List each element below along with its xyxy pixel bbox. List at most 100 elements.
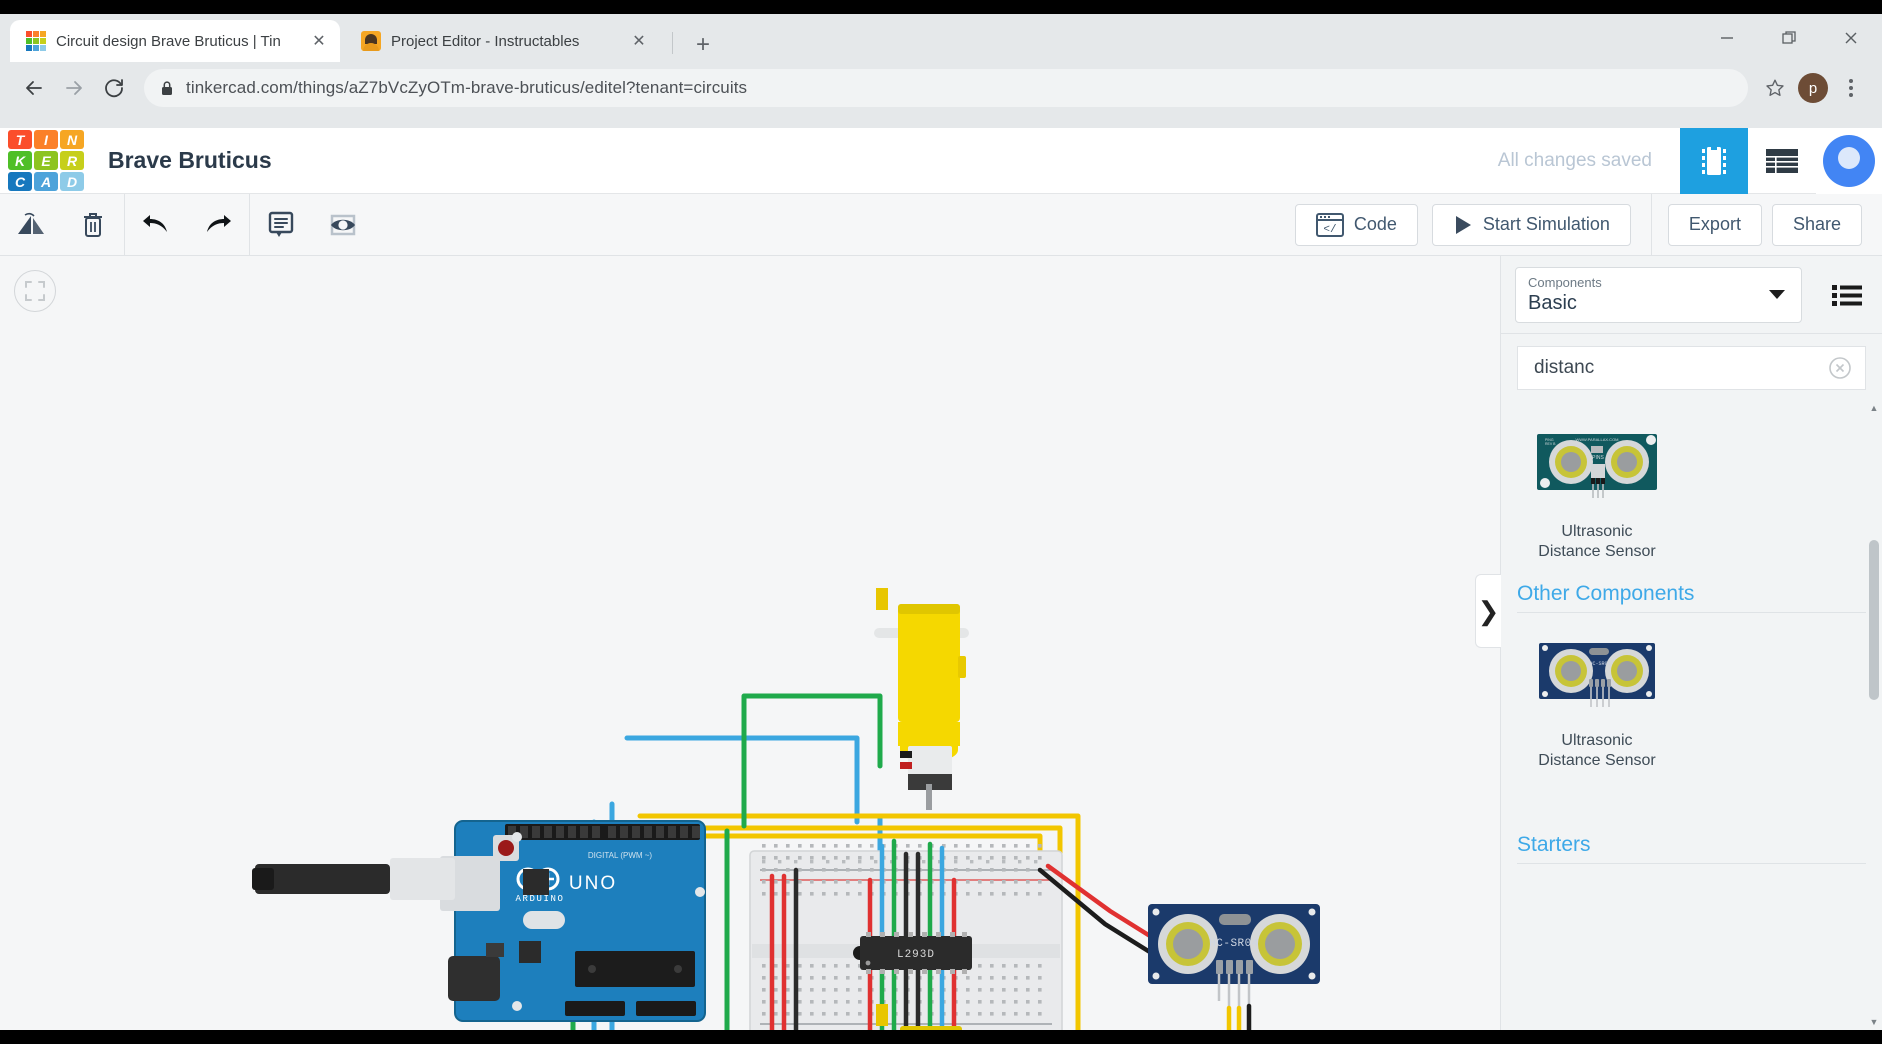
component-label-line1: Ultrasonic [1561,732,1633,749]
avatar[interactable]: p [1798,73,1828,103]
delete-button[interactable] [62,194,124,256]
component-thumbnail: WWW.PARALLAX.COM PING REV B PINS [1517,422,1677,508]
url-bar[interactable]: tinkercad.com/things/aZ7bVcZyOTm-brave-b… [144,69,1748,107]
tab-title: Project Editor - Instructables [391,32,580,50]
history-group [125,194,249,256]
component-label-line1: Ultrasonic [1561,523,1633,540]
component-label: Ultrasonic Distance Sensor [1517,731,1677,771]
toolbar-divider [1650,193,1652,256]
logo-tile: K [8,151,32,170]
close-icon[interactable]: ✕ [628,30,650,52]
component-label-line2: Distance Sensor [1538,752,1656,769]
search-row [1501,334,1882,400]
scroll-down-arrow[interactable]: ▼ [1868,1014,1880,1030]
circuit-drawing: DIGITAL (PWM ~) POWER ANALOG IN UNO ARDU… [252,588,1320,1030]
share-button[interactable]: Share [1771,203,1862,246]
undo-button[interactable] [125,194,187,256]
panel-header: Components Basic [1501,256,1882,334]
svg-text:HC-SR04: HC-SR04 [1589,661,1610,667]
section-starters[interactable]: Starters [1501,823,1882,863]
reload-button[interactable] [94,68,134,108]
app-header: T I N K E R C A D Brave Bruticus All cha… [0,127,1882,194]
ic-label: L293D [897,949,935,961]
chip-icon [1702,146,1726,175]
component-grid: WWW.PARALLAX.COM PING REV B PINS Ultraso… [1501,400,1882,562]
rotate-icon [18,212,44,234]
browser-menu-button[interactable] [1834,69,1868,107]
svg-text:</: </ [1323,224,1336,236]
scroll-up-arrow[interactable]: ▲ [1868,400,1880,416]
logo-tile: C [8,172,32,191]
components-panel: ❯ Components Basic distanc WWW.PARALLAX.… [1475,256,1882,1030]
tab-circuit-design[interactable]: Circuit design Brave Bruticus | Tin ✕ [10,20,340,62]
component-label: Ultrasonic Distance Sensor [1517,522,1677,562]
section-other-components[interactable]: Other Components [1501,572,1882,612]
close-icon[interactable]: ✕ [308,30,330,52]
logo-tile: T [8,130,32,149]
arduino-uno: DIGITAL (PWM ~) POWER ANALOG IN UNO ARDU… [252,820,706,1022]
chevron-down-icon [1769,289,1785,299]
search-box[interactable] [1517,346,1866,390]
close-window-icon[interactable] [1820,14,1882,62]
back-button[interactable] [14,68,54,108]
arduino-digital-label: DIGITAL (PWM ~) [588,851,653,860]
maximize-icon[interactable] [1758,14,1820,62]
code-icon: </ [1315,212,1344,237]
window-controls [1696,14,1882,62]
ultrasonic-sensor-canvas: HC-SR04 [1148,904,1320,1008]
ultrasonic-sensor-icon: WWW.PARALLAX.COM PING REV B PINS [1537,434,1657,498]
undo-icon [143,214,167,232]
annotation-button[interactable] [250,194,312,256]
edit-tools-group [0,194,124,256]
l293d-chip: L293D [853,932,972,974]
svg-text:WWW.PARALLAX.COM: WWW.PARALLAX.COM [1575,437,1618,442]
category-label: Components [1528,274,1602,290]
export-button[interactable]: Export [1667,203,1762,246]
code-button[interactable]: </ Code [1294,203,1418,246]
share-label: Share [1792,214,1841,234]
lock-icon [160,80,174,96]
instructables-icon [361,31,381,51]
user-avatar-button[interactable] [1816,127,1882,194]
logo-tile: E [34,151,58,170]
list-view-toggle[interactable] [1812,256,1882,334]
logo-tile: A [34,172,58,191]
component-card-ultrasonic-parallax[interactable]: WWW.PARALLAX.COM PING REV B PINS Ultraso… [1517,422,1677,562]
circuit-canvas[interactable]: DIGITAL (PWM ~) POWER ANALOG IN UNO ARDU… [0,256,1882,1030]
save-status: All changes saved [1497,149,1652,171]
panel-scrollbar[interactable]: ▲ ▼ [1868,400,1880,1030]
forward-button[interactable] [54,68,94,108]
arduino-uno-label: UNO [569,873,617,894]
component-card-ultrasonic-hcsr04[interactable]: HC-SR04 Ultrasonic Distance Sensor [1517,631,1677,771]
screen: Circuit design Brave Bruticus | Tin ✕ Pr… [0,0,1882,1044]
new-tab-button[interactable]: + [688,30,718,60]
tab-strip: Circuit design Brave Bruticus | Tin ✕ Pr… [0,14,1882,62]
minimize-icon[interactable] [1696,14,1758,62]
export-label: Export [1688,214,1741,234]
view-group [250,194,374,256]
address-bar: tinkercad.com/things/aZ7bVcZyOTm-brave-b… [0,62,1882,114]
browser-window: Circuit design Brave Bruticus | Tin ✕ Pr… [0,14,1882,1030]
clear-circle-icon[interactable] [1827,355,1853,381]
tinkercad-logo[interactable]: T I N K E R C A D [8,130,84,191]
eye-icon [330,214,356,235]
tab-project-editor[interactable]: Project Editor - Instructables ✕ [345,20,660,62]
scrollbar-thumb[interactable] [1869,540,1879,700]
page-title[interactable]: Brave Bruticus [108,147,272,174]
omnibox-actions: p [1758,69,1868,107]
components-view-button[interactable] [1680,127,1748,194]
component-list[interactable]: WWW.PARALLAX.COM PING REV B PINS Ultraso… [1501,400,1882,1030]
section-divider [1517,863,1866,864]
redo-icon [207,214,231,232]
search-input[interactable] [1534,357,1827,379]
star-icon[interactable] [1758,71,1792,105]
start-simulation-button[interactable]: Start Simulation [1431,203,1631,246]
component-label-line2: Distance Sensor [1538,543,1656,560]
category-select[interactable]: Components Basic [1515,266,1802,323]
visibility-button[interactable] [312,194,374,256]
panel-collapse-handle[interactable]: ❯ [1475,574,1501,648]
rotate-button[interactable] [0,194,62,256]
redo-button[interactable] [187,194,249,256]
code-label: Code [1353,214,1397,234]
list-view-button[interactable] [1748,128,1816,194]
